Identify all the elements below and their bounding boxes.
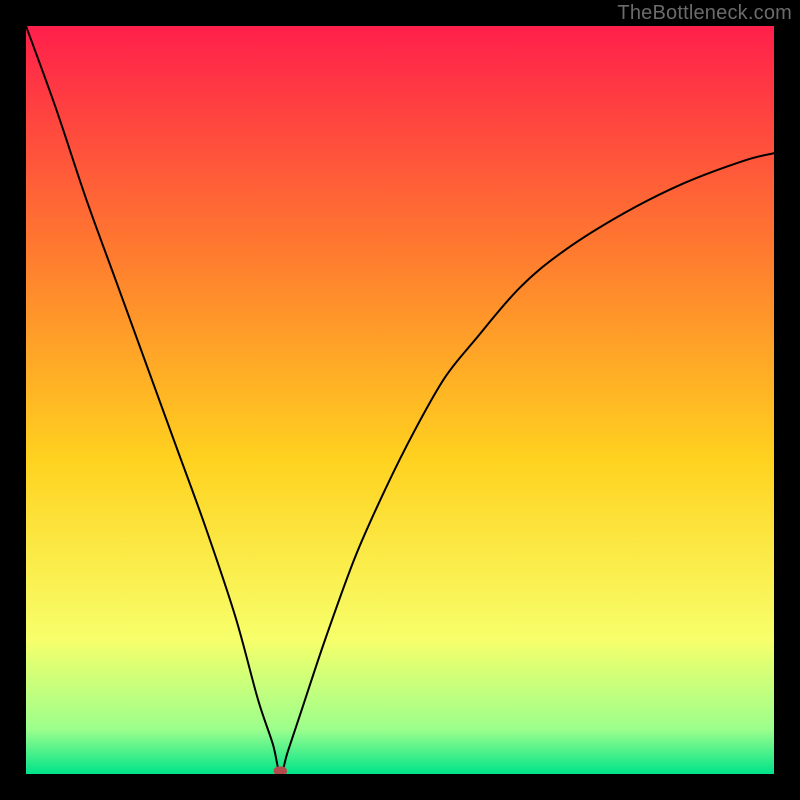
- chart-frame: TheBottleneck.com: [0, 0, 800, 800]
- watermark-label: TheBottleneck.com: [617, 2, 792, 25]
- chart-plot: [26, 26, 774, 774]
- bottleneck-marker: [274, 767, 287, 774]
- chart-background: [26, 26, 774, 774]
